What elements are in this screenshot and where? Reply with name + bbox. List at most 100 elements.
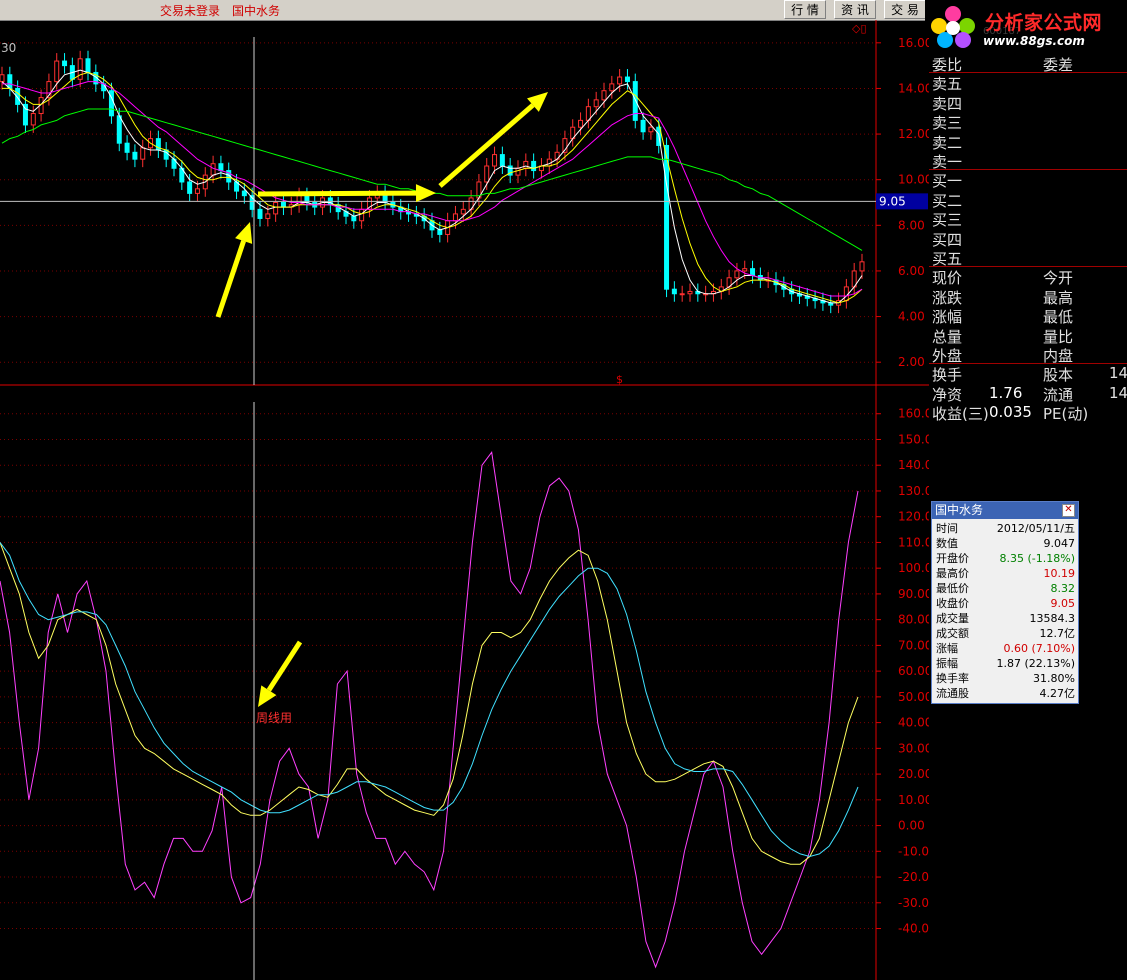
candle-body: [578, 119, 584, 128]
quote-label-2: 最低: [1043, 308, 1074, 327]
candle-body: [85, 58, 91, 73]
quote-label: 买一: [932, 172, 963, 191]
logo: 600187 分析家公式网 www.88gs.com: [925, 0, 1127, 52]
candle-body: [734, 270, 740, 279]
candle-body: [7, 74, 13, 89]
price-line-ma_mid: [2, 71, 863, 304]
candle-body: [437, 229, 443, 235]
indicator-tick-label: -40.00: [898, 922, 929, 936]
chart-area[interactable]: 2.00 4.00 6.00 8.00 10.00 12.00 14.00 16.00 9.05…: [0, 20, 929, 980]
price-tick-label: 14.00: [898, 81, 929, 95]
quote-label: 买二: [932, 191, 963, 210]
price-tag-label: 9.05: [879, 194, 906, 208]
price-line-ma_slow: [2, 81, 863, 297]
candle-body: [750, 268, 756, 276]
indicator-tick-label: 40.00: [898, 716, 929, 730]
popup-row-label: 开盘价: [936, 552, 969, 565]
candle-body: [640, 119, 646, 133]
candle-body: [187, 181, 193, 194]
quote-label-2: 量比: [1043, 327, 1074, 346]
candle-body: [460, 208, 466, 215]
price-tick-label: 12.00: [898, 127, 929, 141]
candle-body: [671, 288, 677, 295]
indicator-line-yellow: [0, 542, 859, 865]
candle-body: [859, 261, 865, 272]
candle-body: [194, 188, 200, 194]
candle-body: [280, 202, 286, 208]
quote-label-2: 今开: [1043, 269, 1074, 288]
candle-body: [359, 208, 365, 222]
candle-body: [351, 215, 357, 222]
indicator-tick-label: 60.00: [898, 664, 929, 678]
quote-label: 总量: [932, 327, 963, 346]
marker-label: $: [616, 373, 623, 386]
popup-row: 振幅 1.87 (22.13%): [932, 656, 1078, 671]
quote-label-2: PE(动): [1043, 405, 1089, 424]
quote-label: 现价: [932, 269, 963, 288]
login-status: 交易未登录: [160, 4, 221, 18]
close-icon[interactable]: ✕: [1062, 504, 1075, 517]
quote-value: 1.76: [989, 383, 1023, 402]
quote-label: 卖五: [932, 75, 963, 94]
quote-label: 净资: [932, 385, 963, 404]
quote-label-2: 股本: [1043, 366, 1074, 385]
popup-row-value: 9.047: [1043, 537, 1076, 550]
candle-body: [241, 190, 247, 197]
popup-row-value: 8.35 (-1.18%): [999, 552, 1076, 565]
candle-body: [679, 293, 685, 296]
price-tick-label: 6.00: [898, 264, 925, 278]
quote-label: 卖三: [932, 114, 963, 133]
indicator-tick-label: -20.00: [898, 870, 929, 884]
price-tick-label: 2.00: [898, 355, 925, 369]
candle-body: [218, 163, 224, 172]
popup-row: 流通股 4.27亿: [932, 686, 1078, 701]
candle-body: [484, 165, 490, 183]
quote-label: 买三: [932, 211, 963, 230]
trade-button[interactable]: 交 易: [884, 0, 926, 19]
price-tick-label: 4.00: [898, 310, 925, 324]
candle-body: [116, 115, 122, 144]
quote-label: 卖四: [932, 94, 963, 113]
quote-value-2: 14: [1109, 383, 1127, 402]
quote-label: 涨跌: [932, 288, 963, 307]
quote-label-2: 流通: [1043, 385, 1074, 404]
popup-titlebar[interactable]: 国中水务 ✕: [932, 502, 1078, 519]
popup-row-label: 涨幅: [936, 642, 958, 655]
quote-label: 换手: [932, 366, 963, 385]
flower-logo-icon: [931, 6, 975, 48]
candle-body: [687, 290, 693, 295]
quotes-button[interactable]: 行 情: [784, 0, 826, 19]
popup-title: 国中水务: [935, 503, 984, 517]
candle-body: [452, 213, 458, 222]
candle-body: [531, 160, 537, 172]
popup-row-label: 流通股: [936, 687, 969, 700]
period-label: 30: [1, 41, 16, 55]
popup-row-label: 时间: [936, 522, 958, 535]
popup-row-value: 10.19: [1043, 567, 1076, 580]
price-line-ma_fast: [1, 69, 863, 304]
indicator-line-magenta: [0, 451, 859, 969]
popup-row-label: 最高价: [936, 567, 969, 580]
quote-label-2: 最高: [1043, 288, 1074, 307]
candle-body: [265, 213, 271, 219]
indicator-tick-label: -10.00: [898, 844, 929, 858]
arrow-down-shaft: [266, 640, 303, 692]
popup-row: 开盘价 8.35 (-1.18%): [932, 551, 1078, 566]
candle-body: [593, 99, 599, 108]
candle-body: [609, 83, 615, 92]
candle-body: [617, 76, 623, 85]
indicator-tick-label: 10.00: [898, 793, 929, 807]
info-popup[interactable]: 国中水务 ✕ 时间 2012/05/11/五 数值 9.047 开盘价 8.35 (-1.…: [931, 501, 1079, 704]
candle-body: [664, 144, 670, 290]
quote-value-2: 14: [1109, 364, 1127, 383]
price-tick-label: 10.00: [898, 173, 929, 187]
quote-label: 收益(三): [932, 405, 989, 424]
indicator-tick-label: 120.00: [898, 510, 929, 524]
quote-value: 0.035: [989, 403, 1032, 422]
popup-row: 换手率 31.80%: [932, 671, 1078, 686]
candle-body: [601, 90, 607, 101]
news-button[interactable]: 资 讯: [834, 0, 876, 19]
popup-row-label: 振幅: [936, 657, 958, 670]
candle-body: [132, 151, 138, 160]
arrow-right-head: [415, 184, 436, 203]
